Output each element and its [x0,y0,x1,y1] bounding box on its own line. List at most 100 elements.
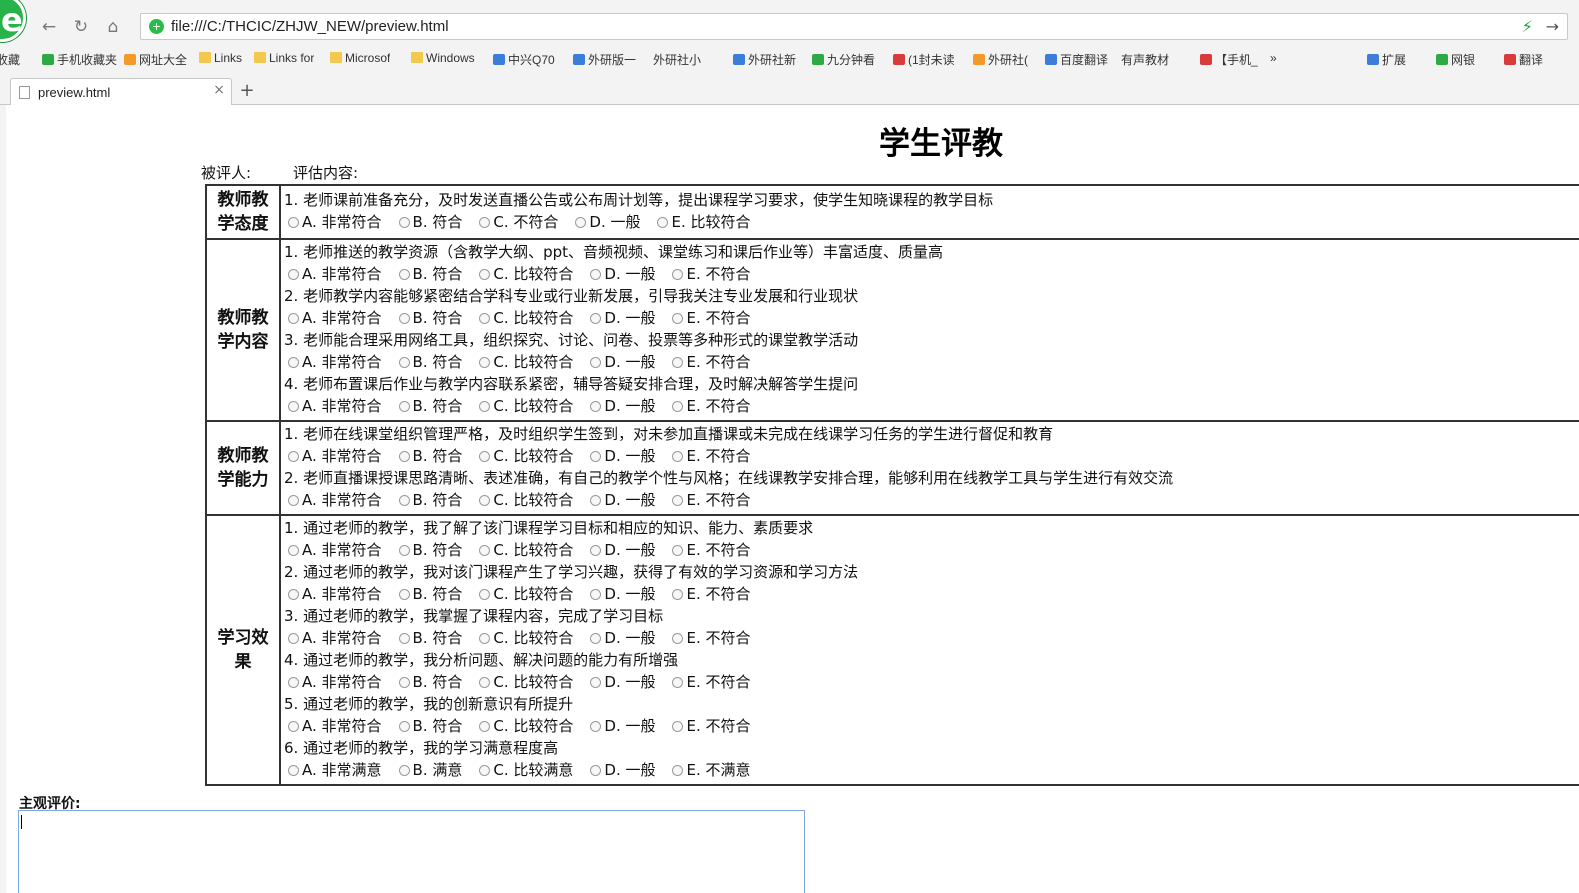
answer-option[interactable]: E. 不符合 [668,395,751,417]
new-tab-button[interactable]: + [236,80,258,102]
answer-option[interactable]: D. 一般 [586,307,655,329]
answer-option[interactable]: D. 一般 [586,715,655,737]
answer-option[interactable]: E. 不符合 [668,583,751,605]
answer-option[interactable]: A. 非常符合 [284,395,382,417]
radio-button[interactable] [590,357,602,368]
address-bar[interactable]: + file:///C:/THCIC/ZHJW_NEW/preview.html… [140,13,1568,40]
radio-button[interactable] [479,269,491,280]
answer-option[interactable]: D. 一般 [586,583,655,605]
radio-button[interactable] [672,451,684,462]
answer-option[interactable]: D. 一般 [586,489,655,511]
answer-option[interactable]: E. 不符合 [668,489,751,511]
bookmark-item[interactable]: Links [199,51,242,65]
radio-button[interactable] [288,589,299,600]
radio-button[interactable] [672,589,684,600]
radio-button[interactable] [657,217,669,228]
answer-option[interactable]: B. 符合 [395,539,462,561]
radio-button[interactable] [590,765,602,776]
radio-button[interactable] [398,217,410,228]
address-bar-url[interactable]: file:///C:/THCIC/ZHJW_NEW/preview.html [171,18,449,35]
answer-option[interactable]: A. 非常符合 [284,715,382,737]
radio-button[interactable] [479,495,491,506]
bookmark-item[interactable]: 翻译 [1504,51,1543,68]
answer-option[interactable]: C. 比较符合 [475,671,573,693]
radio-button[interactable] [672,721,684,732]
answer-option[interactable]: A. 非常符合 [284,351,382,373]
radio-button[interactable] [590,545,602,556]
back-arrow-icon[interactable]: ← [36,16,62,38]
radio-button[interactable] [672,357,684,368]
tab-preview[interactable]: preview.html × [10,78,232,106]
bookmark-item[interactable]: 扩展 [1367,51,1406,68]
answer-option[interactable]: E. 不符合 [668,671,751,693]
reload-icon[interactable]: ↻ [68,16,94,38]
answer-option[interactable]: B. 符合 [395,445,462,467]
radio-button[interactable] [479,545,491,556]
radio-button[interactable] [398,313,410,324]
answer-option[interactable]: A. 非常符合 [284,627,382,649]
radio-button[interactable] [398,765,410,776]
bookmark-item[interactable]: 外研版一 [573,51,636,68]
answer-option[interactable]: C. 比较符合 [475,307,573,329]
radio-button[interactable] [672,401,684,412]
answer-option[interactable]: A. 非常符合 [284,583,382,605]
radio-button[interactable] [398,545,410,556]
radio-button[interactable] [575,217,587,228]
radio-button[interactable] [288,357,299,368]
answer-option[interactable]: C. 比较符合 [475,627,573,649]
radio-button[interactable] [288,217,299,228]
bookmark-item[interactable]: Links for [254,51,314,65]
answer-option[interactable]: C. 比较符合 [475,395,573,417]
home-icon[interactable]: ⌂ [100,16,126,38]
radio-button[interactable] [398,677,410,688]
bookmark-item[interactable]: 外研社新 [733,51,796,68]
radio-button[interactable] [479,451,491,462]
bookmark-item[interactable]: 外研社小 [653,51,701,68]
answer-option[interactable]: B. 符合 [395,395,462,417]
answer-option[interactable]: B. 符合 [395,671,462,693]
forward-arrow-icon[interactable]: → [1546,17,1559,36]
radio-button[interactable] [288,721,299,732]
bookmark-item[interactable]: 网址大全 [124,51,187,68]
answer-option[interactable]: C. 不符合 [475,211,558,233]
radio-button[interactable] [398,589,410,600]
radio-button[interactable] [288,545,299,556]
answer-option[interactable]: A. 非常符合 [284,263,382,285]
radio-button[interactable] [590,269,602,280]
answer-option[interactable]: B. 符合 [395,489,462,511]
answer-option[interactable]: A. 非常符合 [284,307,382,329]
answer-option[interactable]: D. 一般 [571,211,640,233]
answer-option[interactable]: E. 不符合 [668,263,751,285]
radio-button[interactable] [590,589,602,600]
radio-button[interactable] [479,313,491,324]
bookmark-item[interactable]: 中兴Q70 [493,51,555,68]
answer-option[interactable]: B. 满意 [395,759,462,781]
answer-option[interactable]: E. 不符合 [668,445,751,467]
bookmark-item[interactable]: 网银 [1436,51,1475,68]
answer-option[interactable]: D. 一般 [586,671,655,693]
bookmark-item[interactable]: 【手机_ [1200,51,1258,68]
radio-button[interactable] [479,589,491,600]
radio-button[interactable] [288,633,299,644]
radio-button[interactable] [672,545,684,556]
radio-button[interactable] [479,401,491,412]
answer-option[interactable]: E. 不符合 [668,715,751,737]
answer-option[interactable]: D. 一般 [586,445,655,467]
answer-option[interactable]: C. 比较符合 [475,351,573,373]
radio-button[interactable] [398,721,410,732]
answer-option[interactable]: E. 比较符合 [653,211,751,233]
radio-button[interactable] [590,677,602,688]
answer-option[interactable]: A. 非常符合 [284,445,382,467]
radio-button[interactable] [398,633,410,644]
bookmark-item[interactable]: 收藏 [0,51,20,68]
answer-option[interactable]: C. 比较符合 [475,489,573,511]
bookmark-item[interactable]: Windows [411,51,475,65]
radio-button[interactable] [672,677,684,688]
radio-button[interactable] [672,633,684,644]
answer-option[interactable]: C. 比较符合 [475,583,573,605]
answer-option[interactable]: C. 比较符合 [475,715,573,737]
radio-button[interactable] [479,217,491,228]
bookmark-item[interactable]: 外研社( [973,51,1028,68]
radio-button[interactable] [398,401,410,412]
answer-option[interactable]: C. 比较符合 [475,539,573,561]
